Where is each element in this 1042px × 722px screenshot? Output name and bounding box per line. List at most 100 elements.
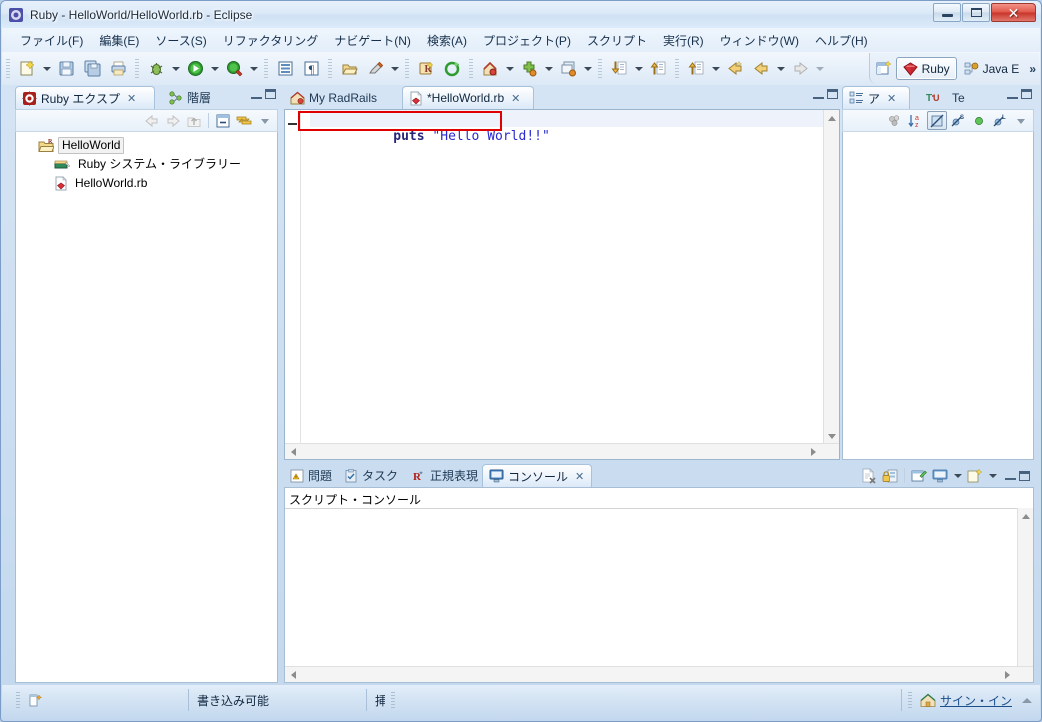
print-icon[interactable]	[106, 57, 130, 81]
toolbar-grip[interactable]	[264, 58, 268, 79]
open-resource-icon[interactable]	[337, 57, 361, 81]
back-icon[interactable]	[723, 57, 747, 81]
scroll-up-icon[interactable]	[824, 110, 840, 126]
forward-nav-icon[interactable]	[749, 57, 773, 81]
maximize-view-icon[interactable]	[827, 89, 838, 99]
external-tools-dropdown-arrow[interactable]	[247, 58, 260, 80]
plugin-icon[interactable]	[517, 57, 541, 81]
maximize-view-icon[interactable]	[1021, 89, 1032, 99]
forward-icon[interactable]	[788, 57, 812, 81]
tab-outline[interactable]: ア ✕	[842, 86, 910, 109]
editor-vertical-scrollbar[interactable]	[823, 110, 839, 444]
editor-gutter[interactable]	[285, 110, 301, 459]
tab-console[interactable]: コンソール ✕	[482, 464, 592, 487]
group-icon[interactable]	[885, 111, 905, 130]
perspective-overflow-icon[interactable]: »	[1026, 62, 1039, 76]
perspective-ruby[interactable]: Ruby	[895, 57, 957, 80]
menu-search[interactable]: 検索(A)	[419, 29, 475, 52]
new-wizard-icon[interactable]	[15, 57, 39, 81]
last-edit-dropdown-arrow[interactable]	[709, 58, 722, 80]
maximize-button[interactable]	[962, 3, 990, 22]
scroll-left-icon[interactable]	[285, 667, 301, 683]
menu-help[interactable]: ヘルプ(H)	[807, 29, 876, 52]
perspective-java-ee[interactable]: Java E	[957, 57, 1027, 80]
display-selected-console-icon[interactable]	[930, 466, 950, 485]
new-rails-project-icon[interactable]: R	[414, 57, 438, 81]
signin-link[interactable]: サイン・イン	[940, 692, 1012, 709]
toolbar-grip[interactable]	[135, 58, 139, 79]
tab-ruby-explorer[interactable]: Ruby エクスプ ✕	[15, 86, 155, 109]
tab-tasks[interactable]: タスク	[338, 464, 404, 487]
toolbar-grip[interactable]	[6, 58, 10, 79]
minimize-view-icon[interactable]	[1007, 90, 1018, 99]
menu-window[interactable]: ウィンドウ(W)	[712, 29, 807, 52]
outline-body[interactable]	[842, 132, 1034, 460]
maximize-view-icon[interactable]	[265, 89, 276, 99]
toolbar-grip[interactable]	[598, 58, 602, 79]
open-perspective-icon[interactable]	[874, 59, 896, 78]
menu-edit[interactable]: 編集(E)	[91, 29, 147, 52]
back-dropdown-arrow[interactable]	[774, 58, 787, 80]
view-menu-icon[interactable]	[1011, 111, 1031, 130]
open-type-icon[interactable]	[273, 57, 297, 81]
toolbar-grip[interactable]	[328, 58, 332, 79]
toolbar-grip[interactable]	[675, 58, 679, 79]
status-grip[interactable]	[907, 692, 912, 708]
menu-script[interactable]: スクリプト	[579, 29, 655, 52]
hide-fields-icon[interactable]	[969, 111, 989, 130]
new-wizard-dropdown-arrow[interactable]	[40, 58, 53, 80]
tab-regex[interactable]: R 正規表現	[406, 464, 484, 487]
scroll-right-icon[interactable]	[805, 444, 821, 460]
status-collapse-icon[interactable]	[1022, 697, 1032, 703]
editor-horizontal-scrollbar[interactable]	[285, 443, 839, 459]
console-vertical-scrollbar[interactable]	[1017, 508, 1033, 682]
console-output-area[interactable]	[285, 508, 1017, 666]
close-icon[interactable]: ✕	[511, 93, 520, 104]
back-icon[interactable]	[142, 111, 162, 130]
window-set-icon[interactable]	[556, 57, 580, 81]
minimize-button[interactable]	[933, 3, 961, 22]
debug-dropdown-arrow[interactable]	[169, 58, 182, 80]
scroll-right-icon[interactable]	[999, 667, 1015, 683]
external-tools-icon[interactable]	[222, 57, 246, 81]
open-console-dropdown-arrow[interactable]	[986, 465, 999, 487]
hide-local-icon[interactable]: L	[990, 111, 1010, 130]
run-icon[interactable]	[183, 57, 207, 81]
toolbar-grip[interactable]	[405, 58, 409, 79]
marker-dropdown-arrow[interactable]	[388, 58, 401, 80]
scroll-lock-icon[interactable]	[880, 466, 900, 485]
scroll-up-icon[interactable]	[1018, 508, 1033, 524]
debug-icon[interactable]	[144, 57, 168, 81]
tab-helloworld-rb[interactable]: *HelloWorld.rb ✕	[402, 86, 534, 109]
editor-folding-margin[interactable]	[301, 110, 310, 459]
search-dropdown-arrow[interactable]	[503, 58, 516, 80]
menu-file[interactable]: ファイル(F)	[12, 29, 91, 52]
hide-static-icon[interactable]: S	[948, 111, 968, 130]
next-annotation-dropdown-arrow[interactable]	[632, 58, 645, 80]
collapse-all-icon[interactable]	[213, 111, 233, 130]
tab-problems[interactable]: 問題	[284, 464, 338, 487]
console-horizontal-scrollbar[interactable]	[285, 666, 1033, 682]
code-editor[interactable]: puts "Hello World!!"	[284, 109, 840, 460]
clear-console-icon[interactable]	[859, 466, 879, 485]
sort-az-icon[interactable]: a z	[906, 111, 926, 130]
status-grip[interactable]	[16, 692, 20, 708]
save-icon[interactable]	[54, 57, 78, 81]
scroll-down-icon[interactable]	[824, 428, 840, 444]
display-console-dropdown-arrow[interactable]	[951, 465, 964, 487]
last-edit-icon[interactable]	[684, 57, 708, 81]
tab-templates[interactable]: T U Te	[920, 86, 971, 109]
tree-item-helloworld-project[interactable]: R HelloWorld	[16, 136, 277, 155]
close-icon[interactable]: ✕	[127, 93, 136, 104]
open-console-icon[interactable]	[965, 466, 985, 485]
close-button[interactable]: ✕	[991, 3, 1036, 22]
plugin-dropdown-arrow[interactable]	[542, 58, 555, 80]
minimize-view-icon[interactable]	[251, 90, 262, 99]
forward-dropdown-arrow[interactable]	[813, 58, 826, 80]
link-with-editor-icon[interactable]	[234, 111, 254, 130]
forward-icon[interactable]	[163, 111, 183, 130]
save-all-icon[interactable]	[80, 57, 104, 81]
up-icon[interactable]	[184, 111, 204, 130]
hide-nonpublic-icon[interactable]	[927, 111, 947, 130]
next-annotation-icon[interactable]	[607, 57, 631, 81]
